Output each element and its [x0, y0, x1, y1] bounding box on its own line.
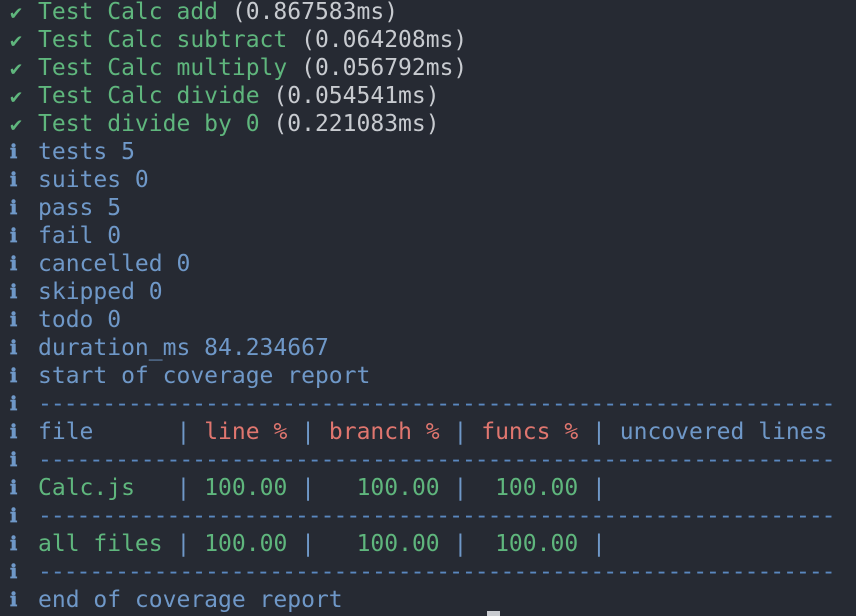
info-icon: ℹ	[10, 141, 18, 163]
check-mark-icon: ✔	[10, 112, 23, 136]
test-duration: (0.221083ms)	[273, 111, 440, 137]
test-name: Test Calc add	[38, 0, 219, 25]
summary-line: ℹ todo 0	[0, 306, 121, 334]
info-icon: ℹ	[10, 337, 18, 359]
coverage-separator: ℹ --------------------------------------…	[0, 390, 836, 418]
info-icon: ℹ	[10, 449, 18, 471]
coverage-separator: ℹ --------------------------------------…	[0, 502, 836, 530]
summary-line: ℹ suites 0	[0, 166, 149, 194]
column-divider: |	[592, 475, 606, 501]
coverage-separator: ℹ --------------------------------------…	[0, 558, 836, 586]
test-result-line: ✔ Test Calc add (0.867583ms)	[0, 0, 398, 26]
test-duration: (0.056792ms)	[301, 55, 468, 81]
test-result-line: ✔ Test divide by 0 (0.221083ms)	[0, 110, 440, 138]
check-mark-icon: ✔	[10, 84, 23, 108]
coverage-end-line: ℹ end of coverage report	[0, 586, 343, 614]
separator-dashes: ----------------------------------------…	[38, 503, 836, 529]
check-mark-icon: ✔	[10, 28, 23, 52]
summary-line: ℹ fail 0	[0, 222, 121, 250]
separator-dashes: ----------------------------------------…	[38, 447, 836, 473]
info-icon: ℹ	[10, 365, 18, 387]
test-name: Test Calc divide	[38, 83, 260, 109]
summary-tests: tests 5	[38, 139, 135, 165]
info-icon: ℹ	[10, 225, 18, 247]
column-divider: |	[453, 531, 468, 557]
coverage-funcs-pct: 100.00	[481, 531, 579, 557]
column-divider: |	[301, 419, 316, 445]
separator-dashes: ----------------------------------------…	[38, 391, 836, 417]
info-icon: ℹ	[10, 421, 18, 443]
header-line-pct: line %	[204, 419, 288, 445]
info-icon: ℹ	[10, 281, 18, 303]
check-mark-icon: ✔	[10, 0, 23, 24]
coverage-file: Calc.js	[38, 475, 177, 501]
header-funcs-pct: funcs %	[481, 419, 579, 445]
header-file: file	[38, 419, 177, 445]
test-result-line: ✔ Test Calc divide (0.054541ms)	[0, 82, 440, 110]
info-icon: ℹ	[10, 393, 18, 415]
test-result-line: ✔ Test Calc multiply (0.056792ms)	[0, 54, 467, 82]
test-name: Test Calc subtract	[38, 27, 288, 53]
summary-duration: duration_ms 84.234667	[38, 335, 329, 361]
separator-dashes: ----------------------------------------…	[38, 559, 836, 585]
coverage-row: ℹ all files | 100.00 | 100.00 | 100.00 |	[0, 530, 606, 558]
coverage-line-pct: 100.00	[204, 475, 288, 501]
column-divider: |	[592, 419, 606, 445]
coverage-start: start of coverage report	[38, 363, 371, 389]
column-divider: |	[453, 475, 468, 501]
info-icon: ℹ	[10, 505, 18, 527]
coverage-end: end of coverage report	[38, 587, 343, 613]
test-duration: (0.064208ms)	[301, 27, 468, 53]
info-icon: ℹ	[10, 589, 18, 611]
column-divider: |	[301, 475, 316, 501]
column-divider: |	[453, 419, 468, 445]
summary-line: ℹ skipped 0	[0, 278, 163, 306]
coverage-line-pct: 100.00	[204, 531, 288, 557]
test-result-line: ✔ Test Calc subtract (0.064208ms)	[0, 26, 467, 54]
column-divider: |	[176, 419, 191, 445]
info-icon: ℹ	[10, 561, 18, 583]
info-icon: ℹ	[10, 477, 18, 499]
coverage-branch-pct: 100.00	[328, 531, 440, 557]
summary-pass: pass 5	[38, 195, 122, 221]
summary-line: ℹ tests 5	[0, 138, 135, 166]
summary-todo: todo 0	[38, 307, 122, 333]
test-name: Test Calc multiply	[38, 55, 288, 81]
coverage-funcs-pct: 100.00	[481, 475, 579, 501]
summary-fail: fail 0	[38, 223, 122, 249]
column-divider: |	[176, 475, 191, 501]
coverage-file: all files	[38, 531, 177, 557]
summary-line: ℹ duration_ms 84.234667	[0, 334, 329, 362]
info-icon: ℹ	[10, 197, 18, 219]
info-icon: ℹ	[10, 309, 18, 331]
terminal-output: ✔ Test Calc add (0.867583ms) ✔ Test Calc…	[0, 0, 856, 616]
column-divider: |	[301, 531, 316, 557]
test-duration: (0.054541ms)	[273, 83, 440, 109]
coverage-start-line: ℹ start of coverage report	[0, 362, 370, 390]
header-branch-pct: branch %	[328, 419, 440, 445]
check-mark-icon: ✔	[10, 56, 23, 80]
column-divider: |	[592, 531, 606, 557]
test-name: Test divide by 0	[38, 111, 260, 137]
coverage-separator: ℹ --------------------------------------…	[0, 446, 836, 474]
info-icon: ℹ	[10, 169, 18, 191]
column-divider: |	[176, 531, 191, 557]
header-uncovered-lines: uncovered lines	[619, 419, 828, 445]
summary-skipped: skipped 0	[38, 279, 163, 305]
terminal-cursor	[487, 611, 500, 616]
info-icon: ℹ	[10, 533, 18, 555]
summary-line: ℹ cancelled 0	[0, 250, 190, 278]
summary-suites: suites 0	[38, 167, 149, 193]
summary-line: ℹ pass 5	[0, 194, 121, 222]
coverage-branch-pct: 100.00	[328, 475, 440, 501]
test-duration: (0.867583ms)	[231, 0, 399, 25]
summary-cancelled: cancelled 0	[38, 251, 191, 277]
coverage-row: ℹ Calc.js | 100.00 | 100.00 | 100.00 |	[0, 474, 606, 502]
info-icon: ℹ	[10, 253, 18, 275]
coverage-header-row: ℹ file | line % | branch % | funcs % | u…	[0, 418, 827, 446]
